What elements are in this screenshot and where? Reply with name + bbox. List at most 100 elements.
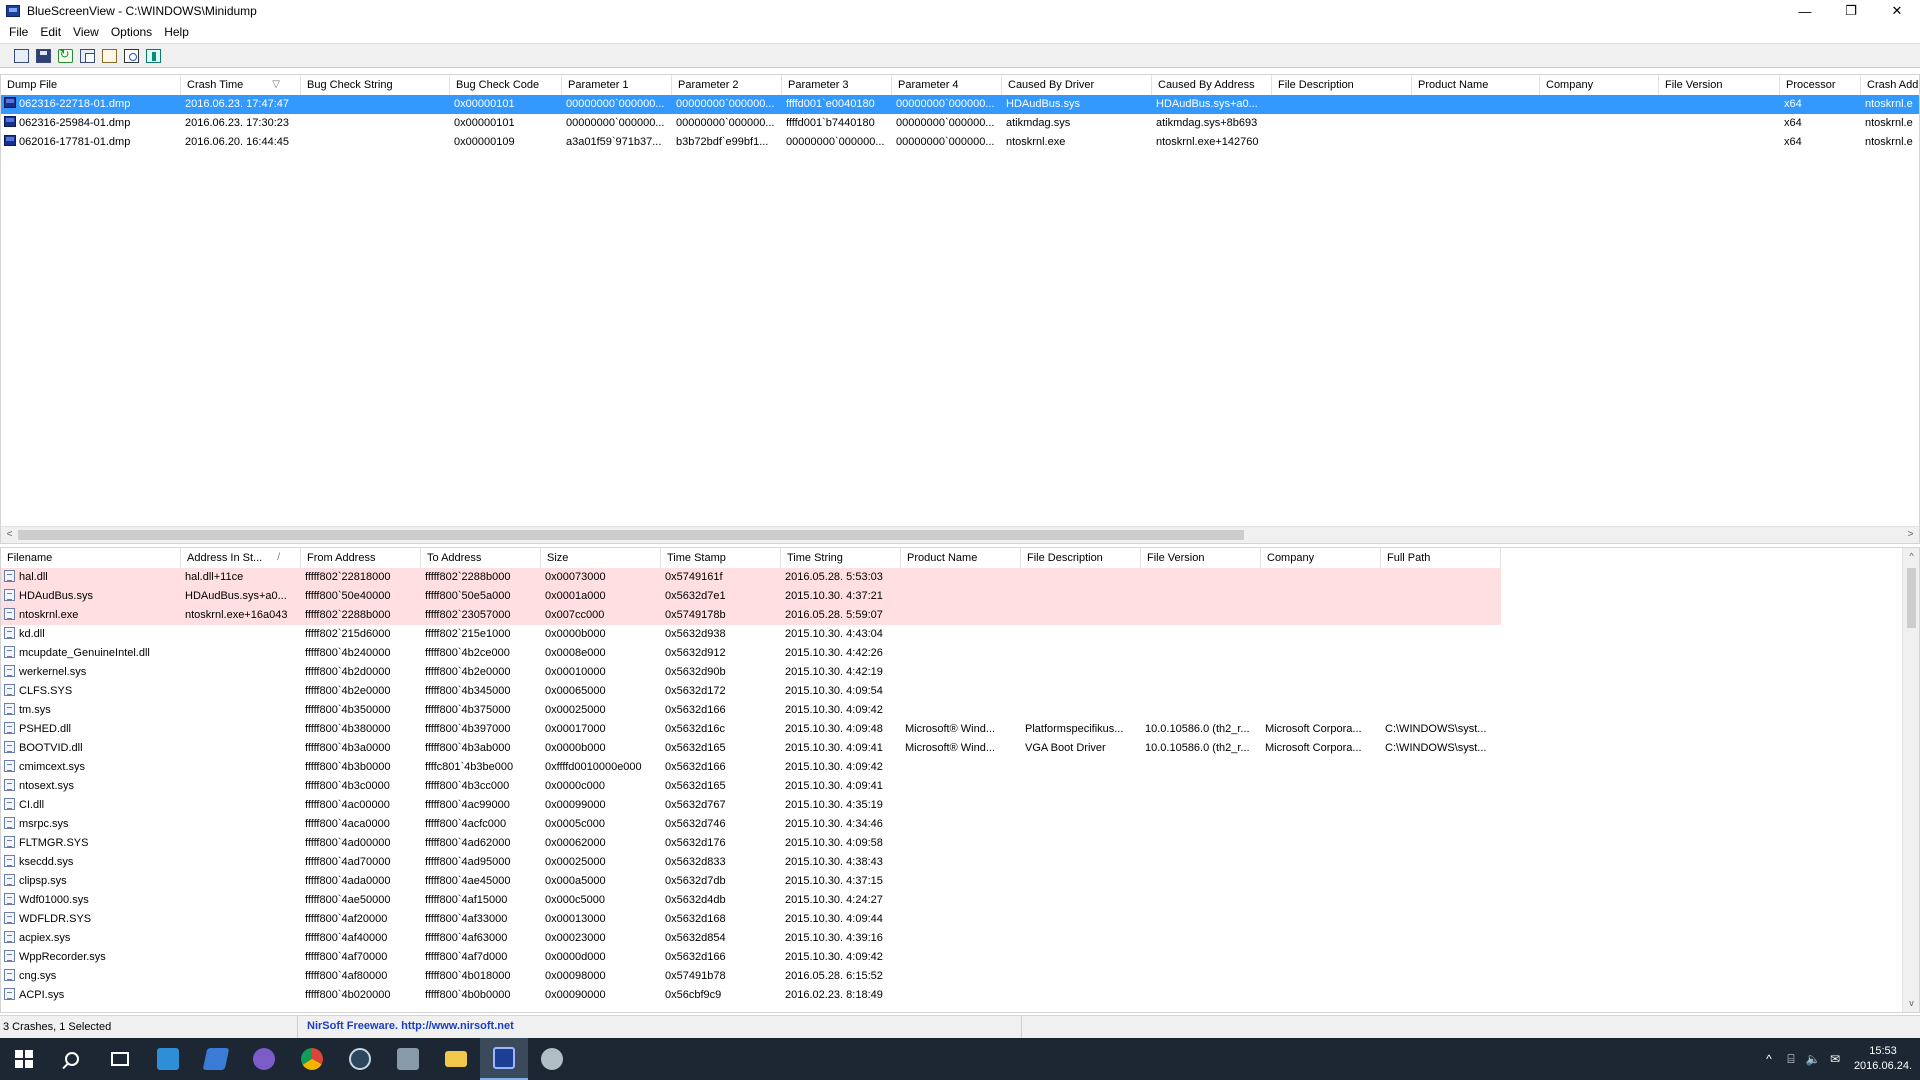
- lower-col-product-name[interactable]: Product Name: [901, 548, 1021, 568]
- driver-row[interactable]: ntoskrnl.exe ntoskrnl.exe+16a043 fffff802`…: [1, 606, 1501, 625]
- upper-col-crash-time[interactable]: Crash Time ▽: [181, 75, 301, 95]
- upper-col-parameter-2[interactable]: Parameter 2: [672, 75, 782, 95]
- lower-col-file-version[interactable]: File Version: [1141, 548, 1261, 568]
- taskbar-bluescreenview[interactable]: [480, 1038, 528, 1080]
- upper-col-bug-check-string[interactable]: Bug Check String: [301, 75, 450, 95]
- cell-from-address: fffff800`50e40000: [305, 590, 391, 602]
- crash-row[interactable]: 062316-25984-01.dmp 2016.06.23. 17:30:23 0…: [1, 114, 1919, 133]
- lower-col-address-in-st[interactable]: Address In St... /: [181, 548, 301, 568]
- exit-button[interactable]: [142, 46, 164, 66]
- driver-row[interactable]: clipsp.sys fffff800`4ada0000 fffff800`4ae4…: [1, 872, 1919, 891]
- show-hidden-icons-icon[interactable]: ^: [1758, 1052, 1780, 1066]
- taskbar-app-1[interactable]: [144, 1038, 192, 1080]
- lower-col-to-address[interactable]: To Address: [421, 548, 541, 568]
- driver-row[interactable]: BOOTVID.dll fffff800`4b3a0000 fffff800`4b3…: [1, 739, 1919, 758]
- upper-col-parameter-3[interactable]: Parameter 3: [782, 75, 892, 95]
- upper-col-company[interactable]: Company: [1540, 75, 1659, 95]
- lower-col-filename[interactable]: Filename: [1, 548, 181, 568]
- network-icon[interactable]: ⌸: [1780, 1052, 1802, 1067]
- taskbar-file-explorer[interactable]: [432, 1038, 480, 1080]
- find-button[interactable]: [120, 46, 142, 66]
- taskbar-app-4[interactable]: [384, 1038, 432, 1080]
- driver-row[interactable]: Wdf01000.sys fffff800`4ae50000 fffff800`4a…: [1, 891, 1919, 910]
- save-button[interactable]: [32, 46, 54, 66]
- taskbar-app-3[interactable]: [240, 1038, 288, 1080]
- driver-row[interactable]: werkernel.sys fffff800`4b2d0000 fffff800`4…: [1, 663, 1919, 682]
- action-center-icon[interactable]: ✉: [1824, 1052, 1846, 1066]
- driver-list[interactable]: Filename Address In St... / From Address To …: [0, 547, 1920, 1013]
- taskbar-app-5[interactable]: [528, 1038, 576, 1080]
- scroll-thumb[interactable]: [1907, 568, 1916, 628]
- upper-col-product-name[interactable]: Product Name: [1412, 75, 1540, 95]
- scroll-left-arrow[interactable]: <: [1, 527, 18, 543]
- copy-button[interactable]: [76, 46, 98, 66]
- upper-col-crash-add[interactable]: Crash Add: [1861, 75, 1920, 95]
- nirsoft-link[interactable]: NirSoft Freeware. http://www.nirsoft.net: [307, 1016, 1022, 1038]
- driver-row[interactable]: tm.sys fffff800`4b350000 fffff800`4b375000…: [1, 701, 1919, 720]
- search-button[interactable]: [48, 1038, 96, 1080]
- upper-col-caused-by-address[interactable]: Caused By Address: [1152, 75, 1272, 95]
- refresh-button[interactable]: [54, 46, 76, 66]
- properties-button[interactable]: [98, 46, 120, 66]
- driver-row[interactable]: cng.sys fffff800`4af80000 fffff800`4b01800…: [1, 967, 1919, 986]
- menu-options[interactable]: Options: [105, 25, 158, 39]
- html-report-button[interactable]: [10, 46, 32, 66]
- driver-row[interactable]: WppRecorder.sys fffff800`4af70000 fffff800…: [1, 948, 1919, 967]
- driver-row[interactable]: acpiex.sys fffff800`4af40000 fffff800`4af6…: [1, 929, 1919, 948]
- driver-row[interactable]: HDAudBus.sys HDAudBus.sys+a0... fffff800`5…: [1, 587, 1501, 606]
- driver-row[interactable]: cmimcext.sys fffff800`4b3b0000 ffffc801`4b…: [1, 758, 1919, 777]
- minimize-button[interactable]: —: [1782, 0, 1828, 22]
- upper-col-parameter-4[interactable]: Parameter 4: [892, 75, 1002, 95]
- crash-row[interactable]: 062016-17781-01.dmp 2016.06.20. 16:44:45 0…: [1, 133, 1919, 152]
- menu-file[interactable]: File: [3, 25, 34, 39]
- upper-col-dump-file[interactable]: Dump File: [1, 75, 181, 95]
- driver-row[interactable]: FLTMGR.SYS fffff800`4ad00000 fffff800`4ad6…: [1, 834, 1919, 853]
- driver-row[interactable]: ksecdd.sys fffff800`4ad70000 fffff800`4ad9…: [1, 853, 1919, 872]
- close-button[interactable]: ✕: [1874, 0, 1920, 22]
- upper-col-file-description[interactable]: File Description: [1272, 75, 1412, 95]
- lower-col-from-address[interactable]: From Address: [301, 548, 421, 568]
- driver-row[interactable]: mcupdate_GenuineIntel.dll fffff800`4b2400…: [1, 644, 1919, 663]
- driver-row[interactable]: WDFLDR.SYS fffff800`4af20000 fffff800`4af3…: [1, 910, 1919, 929]
- upper-col-file-version[interactable]: File Version: [1659, 75, 1780, 95]
- menu-edit[interactable]: Edit: [34, 25, 67, 39]
- scroll-up-arrow[interactable]: ^: [1903, 548, 1919, 565]
- upper-col-caused-by-driver[interactable]: Caused By Driver: [1002, 75, 1152, 95]
- lower-col-company[interactable]: Company: [1261, 548, 1381, 568]
- driver-row[interactable]: hal.dll hal.dll+11ce fffff802`22818000 ffff…: [1, 568, 1501, 587]
- menu-help[interactable]: Help: [158, 25, 195, 39]
- taskbar-steam[interactable]: [336, 1038, 384, 1080]
- lower-col-full-path[interactable]: Full Path: [1381, 548, 1501, 568]
- driver-row[interactable]: kd.dll fffff802`215d6000 fffff802`215e1000…: [1, 625, 1919, 644]
- volume-icon[interactable]: 🔈: [1802, 1052, 1824, 1066]
- driver-row[interactable]: msrpc.sys fffff800`4aca0000 fffff800`4acfc…: [1, 815, 1919, 834]
- lower-col-time-stamp[interactable]: Time Stamp: [661, 548, 781, 568]
- taskbar-chrome[interactable]: [288, 1038, 336, 1080]
- taskbar-clock[interactable]: 15:53 2016.06.24.: [1846, 1044, 1920, 1074]
- lower-col-time-string[interactable]: Time String: [781, 548, 901, 568]
- driver-row[interactable]: CI.dll fffff800`4ac00000 fffff800`4ac99000…: [1, 796, 1919, 815]
- start-button[interactable]: [0, 1038, 48, 1080]
- driver-row[interactable]: ACPI.sys fffff800`4b020000 fffff800`4b0b00…: [1, 986, 1919, 1005]
- restore-button[interactable]: ❐: [1828, 0, 1874, 22]
- scroll-thumb[interactable]: [18, 530, 1244, 540]
- menu-view[interactable]: View: [67, 25, 105, 39]
- cell-file-version: [1141, 606, 1261, 625]
- task-view-button[interactable]: [96, 1038, 144, 1080]
- crash-row[interactable]: 062316-22718-01.dmp 2016.06.23. 17:47:47 0…: [1, 95, 1919, 114]
- lower-col-file-description[interactable]: File Description: [1021, 548, 1141, 568]
- upper-col-bug-check-code[interactable]: Bug Check Code: [450, 75, 562, 95]
- scroll-right-arrow[interactable]: >: [1902, 527, 1919, 543]
- cell-time-string: 2015.10.30. 4:09:41: [785, 742, 883, 754]
- upper-col-processor[interactable]: Processor: [1780, 75, 1861, 95]
- vertical-scrollbar[interactable]: ^ v: [1902, 548, 1919, 1012]
- driver-row[interactable]: PSHED.dll fffff800`4b380000 fffff800`4b397…: [1, 720, 1919, 739]
- upper-col-parameter-1[interactable]: Parameter 1: [562, 75, 672, 95]
- driver-row[interactable]: CLFS.SYS fffff800`4b2e0000 fffff800`4b3450…: [1, 682, 1919, 701]
- taskbar-app-2[interactable]: [192, 1038, 240, 1080]
- driver-row[interactable]: ntosext.sys fffff800`4b3c0000 fffff800`4b3…: [1, 777, 1919, 796]
- crash-list[interactable]: Dump File Crash Time ▽ Bug Check String Bug …: [0, 74, 1920, 544]
- lower-col-size[interactable]: Size: [541, 548, 661, 568]
- horizontal-scrollbar[interactable]: < >: [1, 526, 1919, 543]
- scroll-down-arrow[interactable]: v: [1903, 995, 1919, 1012]
